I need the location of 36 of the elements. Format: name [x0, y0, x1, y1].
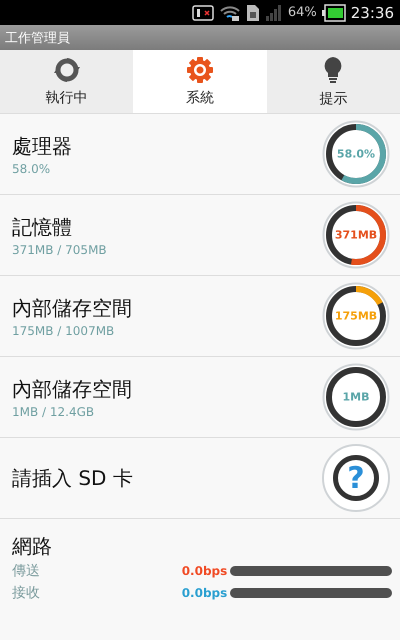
clock: 23:36: [350, 4, 394, 22]
tab[interactable]: 系統: [133, 50, 267, 113]
battery-percent: 64%: [288, 5, 317, 20]
item-detail: 58.0%: [12, 162, 52, 176]
gauge-value: 175MB: [334, 310, 378, 322]
network-title: 網路: [12, 533, 53, 560]
ring-gauge: [322, 120, 390, 188]
tab[interactable]: 提示: [266, 50, 400, 113]
sync-icon: [54, 56, 80, 82]
item-detail: 371MB / 705MB: [12, 242, 108, 256]
notification-icon: [192, 4, 214, 20]
item-title: 處理器: [12, 132, 73, 160]
network-label: 傳送: [12, 562, 41, 580]
item-title: 內部儲存空間: [12, 294, 133, 322]
gauge-value: 1MB: [342, 390, 370, 404]
network-rate: 0.0bps: [182, 586, 228, 600]
network-rate: 0.0bps: [182, 564, 228, 578]
signal-icon: [264, 4, 283, 22]
gauge-value: 371MB: [334, 228, 378, 242]
tab[interactable]: 執行中: [0, 50, 134, 113]
gauge-value: 58.0%: [336, 148, 376, 160]
item-detail: 1MB / 12.4GB: [12, 404, 96, 418]
sim-card-icon: [246, 4, 260, 22]
item-title: 請插入 SD 卡: [12, 464, 134, 492]
wifi-icon: [218, 4, 241, 22]
light-bulb-icon: [323, 56, 344, 84]
item-detail: 175MB / 1007MB: [12, 324, 116, 338]
item-title: 記憶體: [12, 214, 73, 240]
ring-gauge: [322, 201, 390, 269]
network-label: 接收: [12, 584, 41, 602]
ring-gauge: [322, 363, 390, 431]
item-title: 內部儲存空間: [12, 376, 133, 402]
battery-icon: [322, 4, 346, 22]
app-title: 工作管理員: [5, 30, 70, 46]
help-circle-icon: ?: [322, 444, 390, 512]
ring-gauge: [322, 282, 390, 350]
